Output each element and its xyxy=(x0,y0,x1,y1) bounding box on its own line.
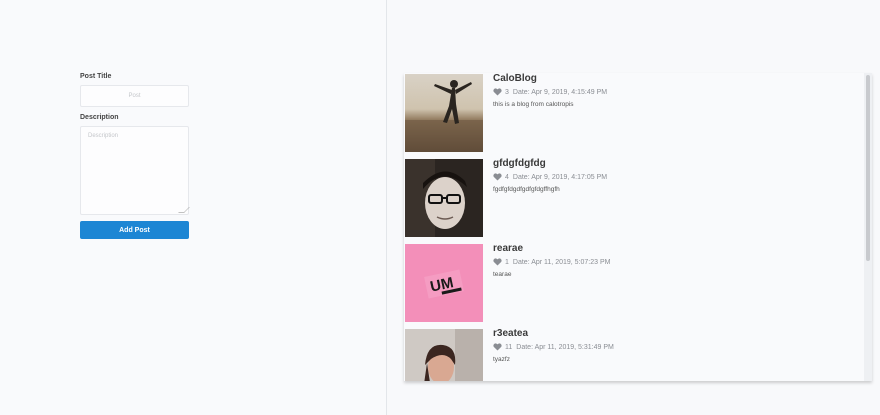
post-title[interactable]: CaloBlog xyxy=(493,73,853,84)
post-list-content: CaloBlog 3 Date: Apr 9, 2019, 4:15:49 PM… xyxy=(404,73,864,381)
post-thumbnail[interactable]: UM xyxy=(405,244,483,322)
like-count: 1 xyxy=(505,258,509,266)
heart-icon[interactable] xyxy=(493,343,502,351)
post-thumbnail[interactable] xyxy=(405,159,483,237)
description-textarea[interactable]: Description xyxy=(80,126,190,215)
post-body: rearae 1 Date: Apr 11, 2019, 5:07:23 PM … xyxy=(493,243,853,278)
post-meta: 11 Date: Apr 11, 2019, 5:31:49 PM xyxy=(493,343,853,351)
new-post-form: Post Title Post Description Description … xyxy=(80,73,190,239)
list-item[interactable]: r3eatea 11 Date: Apr 11, 2019, 5:31:49 P… xyxy=(404,328,864,381)
list-item[interactable]: gfdgfdgfdg 4 Date: Apr 9, 2019, 4:17:05 … xyxy=(404,158,864,242)
list-item[interactable]: CaloBlog 3 Date: Apr 9, 2019, 4:15:49 PM… xyxy=(404,73,864,157)
post-list-scrollbar[interactable] xyxy=(864,73,872,381)
post-title[interactable]: rearae xyxy=(493,243,853,254)
person-jumping-photo xyxy=(405,74,483,152)
heart-icon[interactable] xyxy=(493,258,502,266)
post-thumbnail[interactable] xyxy=(405,74,483,152)
post-title-input[interactable]: Post xyxy=(80,85,189,107)
post-date: Date: Apr 11, 2019, 5:07:23 PM xyxy=(512,258,611,266)
like-count: 3 xyxy=(505,88,509,96)
post-description: tyazfz xyxy=(493,356,510,363)
add-post-button[interactable]: Add Post xyxy=(80,221,189,239)
scrollbar-thumb[interactable] xyxy=(866,75,870,261)
description-label: Description xyxy=(80,114,119,121)
post-body: CaloBlog 3 Date: Apr 9, 2019, 4:15:49 PM… xyxy=(493,73,853,108)
post-description: fgdfgfdgdfgdfgfdgffhgfh xyxy=(493,186,560,193)
man-with-glasses-photo xyxy=(405,159,483,237)
post-title-label: Post Title xyxy=(80,73,112,80)
um-logo-pink: UM xyxy=(405,244,483,322)
post-title[interactable]: gfdgfdgfdg xyxy=(493,158,853,169)
post-description: tearae xyxy=(493,271,512,278)
post-body: gfdgfdgfdg 4 Date: Apr 9, 2019, 4:17:05 … xyxy=(493,158,853,193)
post-list: CaloBlog 3 Date: Apr 9, 2019, 4:15:49 PM… xyxy=(404,73,872,381)
post-meta: 3 Date: Apr 9, 2019, 4:15:49 PM xyxy=(493,88,853,96)
post-thumbnail[interactable] xyxy=(405,329,483,381)
like-count: 11 xyxy=(505,343,513,351)
resize-handle-icon[interactable] xyxy=(178,207,190,213)
post-body: r3eatea 11 Date: Apr 11, 2019, 5:31:49 P… xyxy=(493,328,853,363)
like-count: 4 xyxy=(505,173,509,181)
post-date: Date: Apr 11, 2019, 5:31:49 PM xyxy=(516,343,614,351)
list-item[interactable]: UM rearae 1 Date: Apr 11, 2019, 5:07:23 … xyxy=(404,243,864,327)
heart-icon[interactable] xyxy=(493,88,502,96)
woman-portrait-photo xyxy=(405,329,483,381)
description-placeholder: Description xyxy=(88,133,119,139)
post-description: this is a blog from calotropis xyxy=(493,101,574,108)
pane-divider xyxy=(386,0,387,415)
left-pane xyxy=(0,0,386,415)
post-meta: 1 Date: Apr 11, 2019, 5:07:23 PM xyxy=(493,258,853,266)
post-date: Date: Apr 9, 2019, 4:17:05 PM xyxy=(512,173,608,181)
app-page: Post Title Post Description Description … xyxy=(0,0,880,415)
post-date: Date: Apr 9, 2019, 4:15:49 PM xyxy=(512,88,608,96)
post-meta: 4 Date: Apr 9, 2019, 4:17:05 PM xyxy=(493,173,853,181)
post-title[interactable]: r3eatea xyxy=(493,328,853,339)
heart-icon[interactable] xyxy=(493,173,502,181)
